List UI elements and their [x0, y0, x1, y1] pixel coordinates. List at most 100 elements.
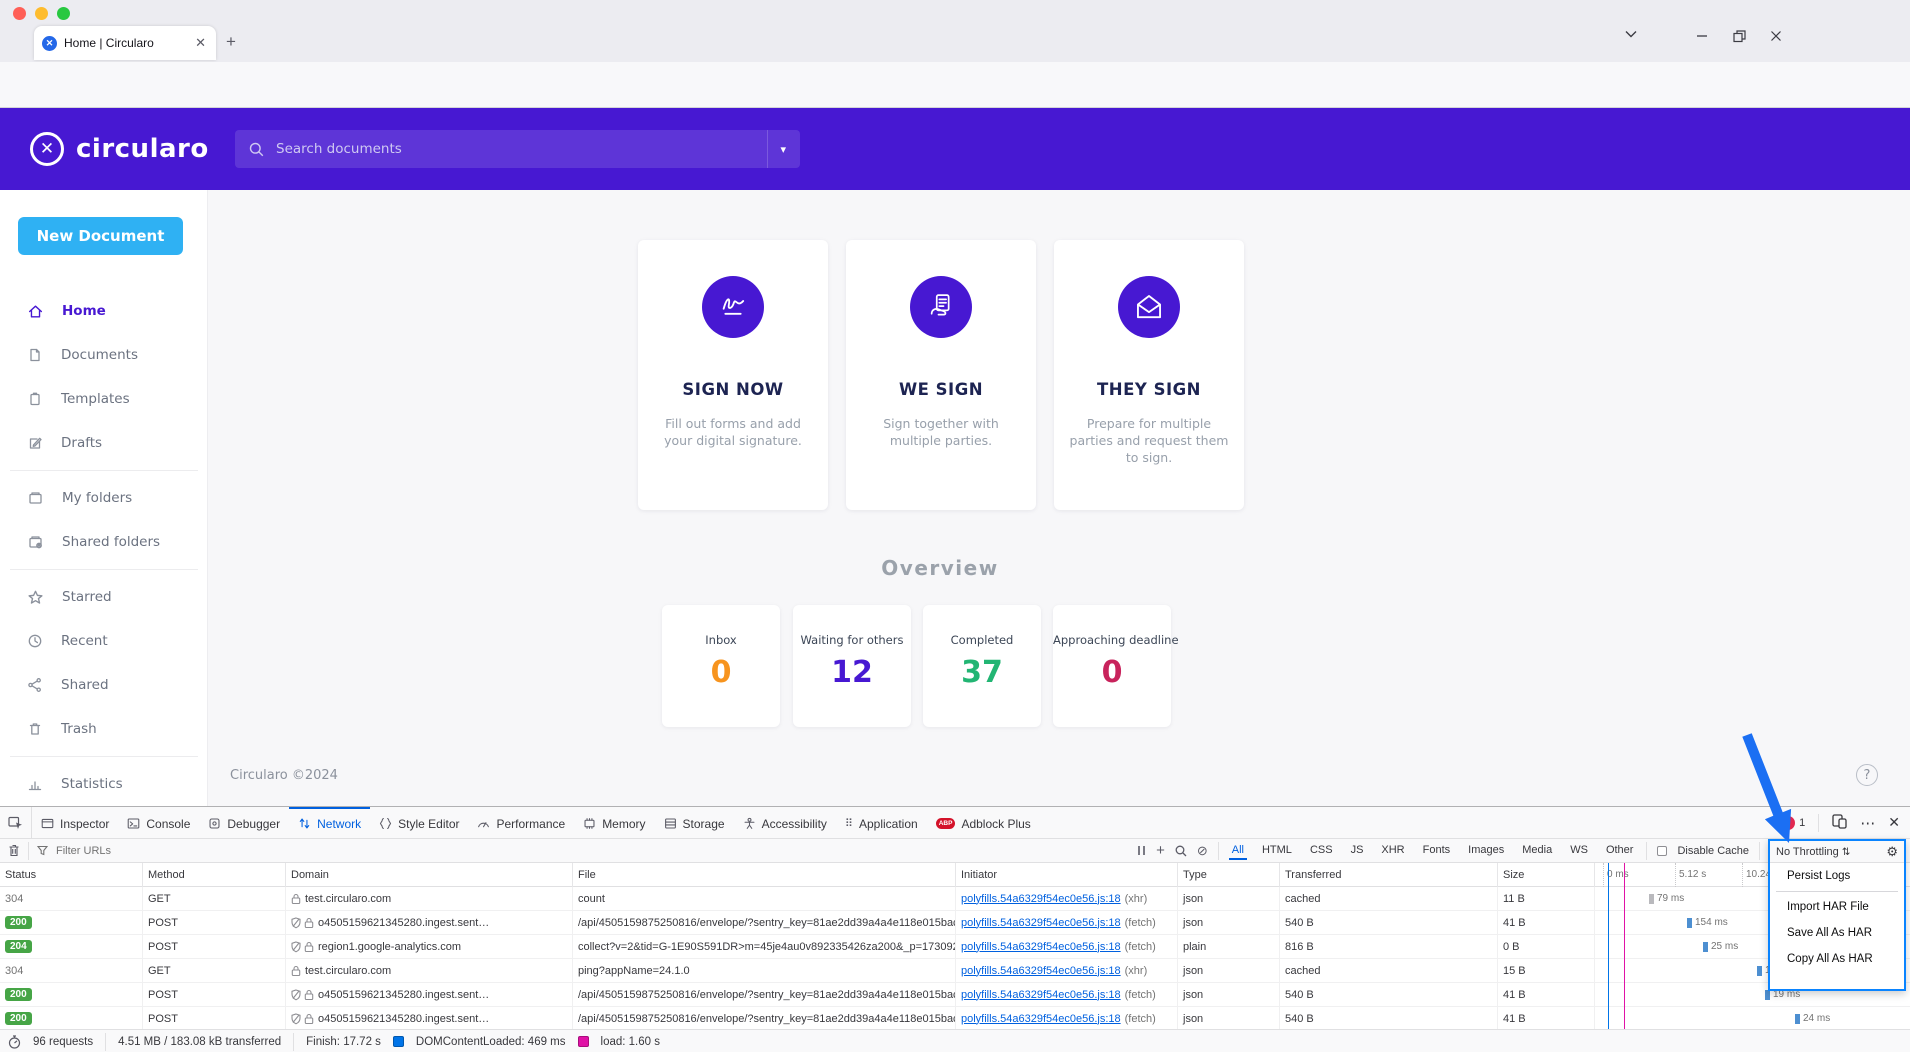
sidebar-item-statistics[interactable]: Statistics [0, 762, 208, 806]
help-button[interactable]: ? [1856, 764, 1878, 786]
browser-tab[interactable]: ✕ Home | Circularo ✕ [34, 26, 216, 60]
stat-label: Approaching deadline [1053, 633, 1171, 647]
menu-item-save-all-as-har[interactable]: Save All As HAR [1770, 920, 1904, 946]
sidebar-item-home[interactable]: Home [0, 289, 208, 333]
filter-pill-media[interactable]: Media [1519, 842, 1555, 860]
sidebar-item-recent[interactable]: Recent [0, 619, 208, 663]
gear-icon[interactable]: ⚙ [1886, 844, 1898, 860]
column-header-transferred[interactable]: Transferred [1279, 863, 1497, 887]
zoom-window-light[interactable] [57, 7, 70, 20]
devtools-tab-accessibility[interactable]: Accessibility [734, 807, 836, 838]
initiator-link[interactable]: polyfills.54a6329f54ec0e56.js:18 [961, 893, 1121, 905]
filter-pill-images[interactable]: Images [1465, 842, 1507, 860]
menu-item-import-har-file[interactable]: Import HAR File [1770, 894, 1904, 920]
method-cell: POST [142, 911, 285, 935]
action-card-sign-now[interactable]: SIGN NOW Fill out forms and add your dig… [638, 240, 828, 510]
pause-log-icon[interactable] [1137, 845, 1146, 856]
document-search-input[interactable]: Search documents ▾ [235, 130, 800, 168]
circularo-logo[interactable]: ✕ circularo [30, 132, 209, 166]
minimize-window-light[interactable] [35, 7, 48, 20]
column-header-size[interactable]: Size [1497, 863, 1594, 887]
throttling-select[interactable]: No Throttling ⇅ [1776, 846, 1850, 858]
menu-item-copy-all-as-har[interactable]: Copy All As HAR [1770, 946, 1904, 972]
devtools-tab-network[interactable]: Network [289, 807, 370, 838]
stats-icon [27, 776, 43, 792]
filter-urls-input[interactable]: Filter URLs [56, 845, 111, 857]
stat-card-inbox[interactable]: Inbox 0 [662, 605, 780, 727]
column-header-domain[interactable]: Domain [285, 863, 572, 887]
initiator-link[interactable]: polyfills.54a6329f54ec0e56.js:18 [961, 1013, 1121, 1025]
menu-item-persist-logs[interactable]: Persist Logs [1770, 863, 1904, 889]
devtools-tab-style-editor[interactable]: Style Editor [370, 807, 468, 838]
devtools-tab-debugger[interactable]: Debugger [199, 807, 289, 838]
filter-pill-html[interactable]: HTML [1259, 842, 1295, 860]
file-cell: count [572, 887, 955, 911]
stopwatch-icon [8, 1035, 21, 1049]
network-filter-row: Filter URLs + ⊘ All HTML CSS JS XHR Fonts Imag… [0, 839, 1910, 863]
restore-button[interactable] [1733, 30, 1746, 43]
filter-pill-all[interactable]: All [1229, 842, 1247, 860]
filter-pill-js[interactable]: JS [1348, 842, 1367, 860]
transferred-size[interactable]: 4.51 MB / 183.08 kB transferred [118, 1036, 281, 1048]
filter-pill-other[interactable]: Other [1603, 842, 1637, 860]
sidebar-item-templates[interactable]: Templates [0, 377, 208, 421]
pick-element-button[interactable] [0, 807, 32, 838]
block-request-icon[interactable]: ⊘ [1197, 843, 1208, 859]
stat-card-completed[interactable]: Completed 37 [923, 605, 1041, 727]
clear-requests-icon[interactable] [8, 844, 20, 857]
devtools-close-icon[interactable]: ✕ [1888, 814, 1900, 831]
disable-cache-label[interactable]: Disable Cache [1677, 845, 1749, 857]
sidebar-item-trash[interactable]: Trash [0, 707, 208, 751]
stat-card-waiting-for-others[interactable]: Waiting for others 12 [793, 605, 911, 727]
column-header-file[interactable]: File [572, 863, 955, 887]
stat-value: 37 [923, 655, 1041, 690]
devtools-tab-storage[interactable]: Storage [655, 807, 734, 838]
close-window-light[interactable] [13, 7, 26, 20]
column-header-method[interactable]: Method [142, 863, 285, 887]
disable-cache-checkbox[interactable] [1657, 846, 1667, 856]
devtools-tab-memory[interactable]: Memory [574, 807, 654, 838]
sidebar-item-drafts[interactable]: Drafts [0, 421, 208, 465]
filter-pill-ws[interactable]: WS [1567, 842, 1591, 860]
sidebar-item-my-folders[interactable]: My folders [0, 476, 208, 520]
action-card-we-sign[interactable]: WE SIGN Sign together with multiple part… [846, 240, 1036, 510]
request-count[interactable]: 96 requests [33, 1036, 93, 1048]
column-header-status[interactable]: Status [0, 863, 142, 887]
devtools-meatball-menu[interactable]: ⋯ [1860, 814, 1875, 832]
search-type-dropdown[interactable]: ▾ [780, 143, 786, 156]
filter-pill-xhr[interactable]: XHR [1378, 842, 1407, 860]
devtools-tab-inspector[interactable]: Inspector [32, 807, 118, 838]
column-header-type[interactable]: Type [1177, 863, 1279, 887]
sidebar-item-starred[interactable]: Starred [0, 575, 208, 619]
macos-traffic-lights[interactable] [13, 7, 70, 20]
initiator-link[interactable]: polyfills.54a6329f54ec0e56.js:18 [961, 941, 1121, 953]
devtools-tab-application[interactable]: ⠿Application [836, 807, 927, 838]
filter-pill-css[interactable]: CSS [1307, 842, 1336, 860]
error-count-badge[interactable]: !1 [1781, 816, 1805, 830]
devtools-tab-performance[interactable]: Performance [468, 807, 574, 838]
responsive-design-mode-icon[interactable] [1832, 814, 1847, 832]
type-cell: json [1177, 983, 1279, 1007]
sidebar-item-documents[interactable]: Documents [0, 333, 208, 377]
minimize-button[interactable] [1696, 30, 1708, 42]
search-requests-icon[interactable] [1175, 845, 1187, 857]
stat-card-approaching-deadline[interactable]: Approaching deadline 0 [1053, 605, 1171, 727]
initiator-link[interactable]: polyfills.54a6329f54ec0e56.js:18 [961, 989, 1121, 1001]
initiator-link[interactable]: polyfills.54a6329f54ec0e56.js:18 [961, 917, 1121, 929]
filter-pill-fonts[interactable]: Fonts [1420, 842, 1454, 860]
action-card-they-sign[interactable]: THEY SIGN Prepare for multiple parties a… [1054, 240, 1244, 510]
tracker-shield-icon [291, 941, 301, 953]
tab-list-chevron-icon[interactable] [1625, 30, 1637, 38]
column-header-initiator[interactable]: Initiator [955, 863, 1177, 887]
devtools-tab-console[interactable]: Console [118, 807, 199, 838]
new-tab-button[interactable]: + [226, 32, 236, 52]
close-window-button[interactable] [1770, 30, 1782, 42]
sidebar-item-shared-folders[interactable]: Shared folders [0, 520, 208, 564]
method-cell: GET [142, 887, 285, 911]
sidebar-item-shared[interactable]: Shared [0, 663, 208, 707]
initiator-link[interactable]: polyfills.54a6329f54ec0e56.js:18 [961, 965, 1121, 977]
devtools-tab-adblock-plus[interactable]: ABPAdblock Plus [927, 807, 1040, 838]
tab-close-icon[interactable]: ✕ [193, 35, 208, 51]
new-document-button[interactable]: New Document [18, 217, 183, 255]
add-request-icon[interactable]: + [1156, 842, 1165, 859]
